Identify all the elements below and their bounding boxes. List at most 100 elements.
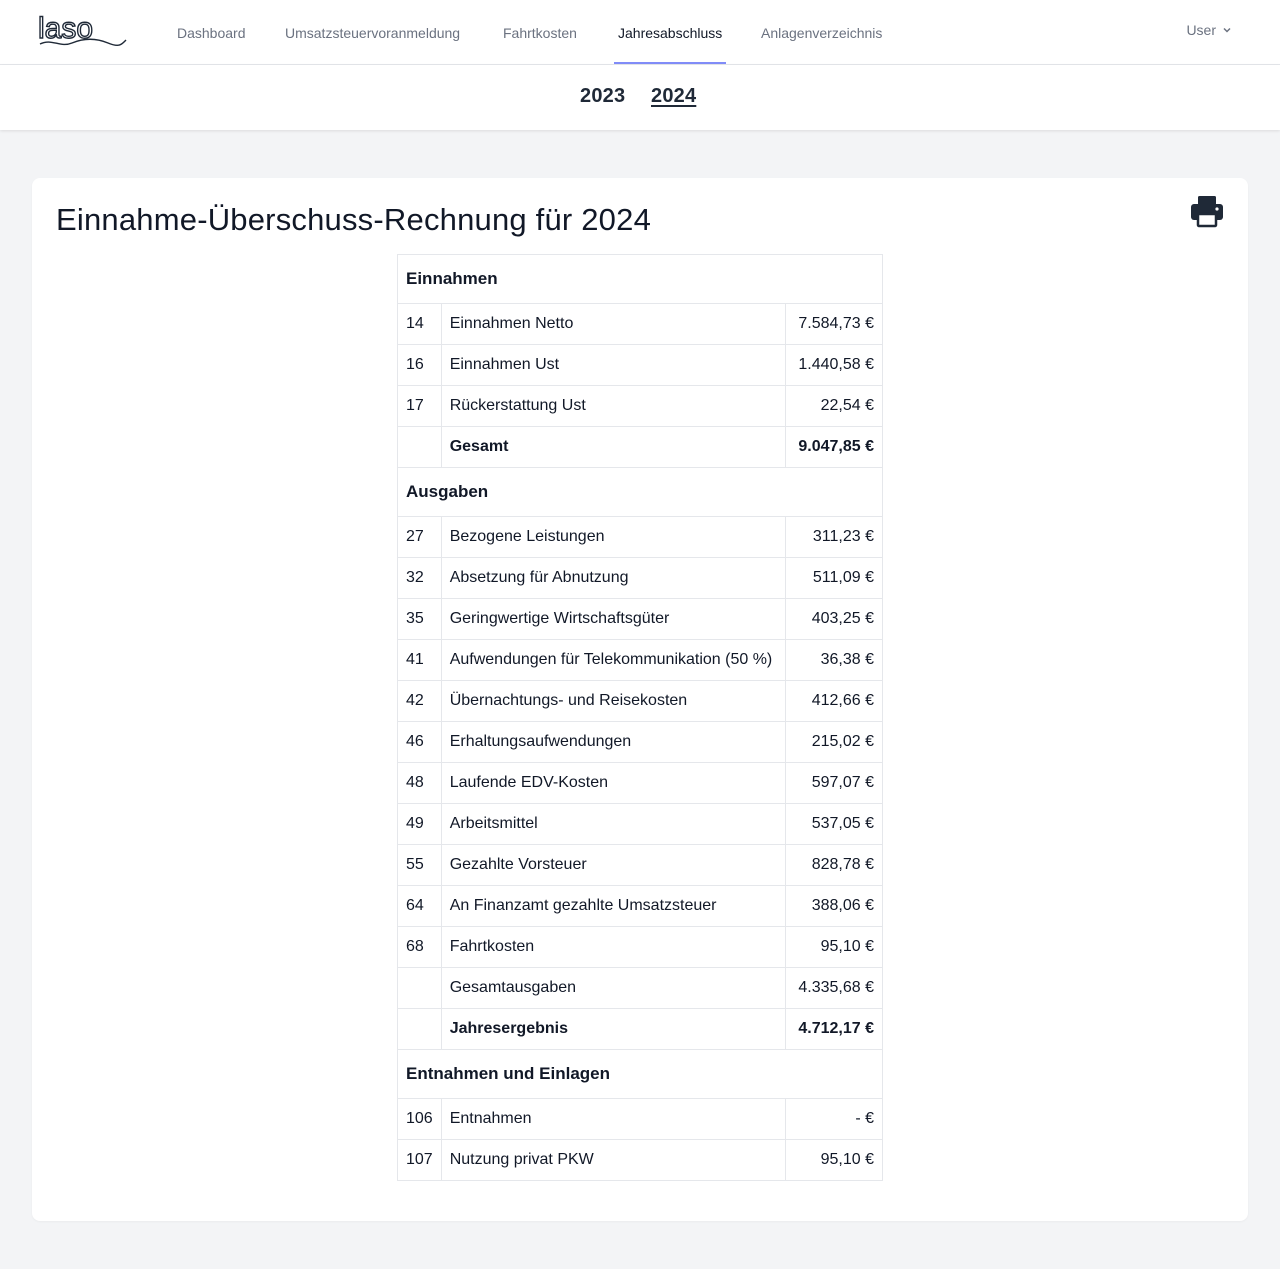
- row-amount: 36,38 €: [785, 639, 883, 681]
- row-number: [397, 1008, 442, 1050]
- section-header-row: Entnahmen und Einlagen: [397, 1049, 883, 1099]
- year-link-2023[interactable]: 2023: [580, 85, 625, 108]
- nav-umsatzsteuervoranmeldung[interactable]: Umsatzsteuervoranmeldung: [285, 0, 460, 64]
- user-menu[interactable]: User: [1186, 22, 1232, 38]
- table-row: 49 Arbeitsmittel 537,05 €: [397, 803, 883, 845]
- row-label: Nutzung privat PKW: [440, 1139, 787, 1181]
- table-row: 32 Absetzung für Abnutzung 511,09 €: [397, 557, 883, 599]
- row-amount: - €: [785, 1098, 883, 1140]
- row-number: 41: [397, 639, 442, 681]
- logo-text: laso: [38, 14, 93, 45]
- table-row: 55 Gezahlte Vorsteuer 828,78 €: [397, 844, 883, 886]
- row-label: Gesamt: [440, 426, 787, 468]
- row-amount: 1.440,58 €: [785, 344, 883, 386]
- row-label: Absetzung für Abnutzung: [440, 557, 787, 599]
- row-number: 106: [397, 1098, 442, 1140]
- row-number: 55: [397, 844, 442, 886]
- row-amount: 597,07 €: [785, 762, 883, 804]
- nav-jahresabschluss[interactable]: Jahresabschluss: [614, 0, 727, 64]
- table-row: 27 Bezogene Leistungen 311,23 €: [397, 516, 883, 558]
- table-row: 106 Entnahmen - €: [397, 1098, 883, 1140]
- row-amount: 412,66 €: [785, 680, 883, 722]
- row-amount: 311,23 €: [785, 516, 883, 558]
- laso-logo[interactable]: laso: [38, 14, 128, 50]
- year-selector: 2023 2024: [0, 65, 1280, 130]
- row-label: Einnahmen Netto: [440, 303, 787, 345]
- row-label: Rückerstattung Ust: [440, 385, 787, 427]
- row-label: Arbeitsmittel: [440, 803, 787, 845]
- row-number: 107: [397, 1139, 442, 1181]
- row-amount: 403,25 €: [785, 598, 883, 640]
- table-row: 48 Laufende EDV-Kosten 597,07 €: [397, 762, 883, 804]
- row-number: 17: [397, 385, 442, 427]
- row-label: Erhaltungsaufwendungen: [440, 721, 787, 763]
- row-number: 35: [397, 598, 442, 640]
- row-label: Gesamtausgaben: [440, 967, 787, 1009]
- euer-table: Einnahmen 14 Einnahmen Netto 7.584,73 €16 Ei…: [397, 254, 883, 1181]
- page-title: Einnahme-Überschuss-Rechnung für 2024: [56, 202, 652, 237]
- table-row: Gesamtausgaben 4.335,68 €: [397, 967, 883, 1009]
- row-amount: 537,05 €: [785, 803, 883, 845]
- row-amount: 22,54 €: [785, 385, 883, 427]
- table-row: 17 Rückerstattung Ust 22,54 €: [397, 385, 883, 427]
- section-heading: Entnahmen und Einlagen: [397, 1049, 883, 1099]
- nav-dashboard[interactable]: Dashboard: [177, 0, 246, 64]
- year-link-2024[interactable]: 2024: [651, 85, 696, 108]
- row-number: 27: [397, 516, 442, 558]
- row-number: 16: [397, 344, 442, 386]
- row-number: 68: [397, 926, 442, 968]
- table-row: 64 An Finanzamt gezahlte Umsatzsteuer 388,…: [397, 885, 883, 927]
- row-amount: 4.712,17 €: [785, 1008, 883, 1050]
- row-number: 42: [397, 680, 442, 722]
- row-label: Bezogene Leistungen: [440, 516, 787, 558]
- row-number: [397, 426, 442, 468]
- print-icon[interactable]: [1190, 194, 1224, 228]
- row-number: 49: [397, 803, 442, 845]
- table-row: 16 Einnahmen Ust 1.440,58 €: [397, 344, 883, 386]
- row-number: [397, 967, 442, 1009]
- row-amount: 215,02 €: [785, 721, 883, 763]
- row-number: 14: [397, 303, 442, 345]
- table-row: 42 Übernachtungs- und Reisekosten 412,66 €: [397, 680, 883, 722]
- row-label: Entnahmen: [440, 1098, 787, 1140]
- row-amount: 828,78 €: [785, 844, 883, 886]
- table-row: Gesamt 9.047,85 €: [397, 426, 883, 468]
- table-row: 107 Nutzung privat PKW 95,10 €: [397, 1139, 883, 1181]
- table-row: 14 Einnahmen Netto 7.584,73 €: [397, 303, 883, 345]
- user-name: User: [1186, 22, 1216, 38]
- row-amount: 95,10 €: [785, 1139, 883, 1181]
- row-amount: 95,10 €: [785, 926, 883, 968]
- table-row: 46 Erhaltungsaufwendungen 215,02 €: [397, 721, 883, 763]
- row-amount: 7.584,73 €: [785, 303, 883, 345]
- row-number: 46: [397, 721, 442, 763]
- row-number: 32: [397, 557, 442, 599]
- section-heading: Ausgaben: [397, 467, 883, 517]
- section-header-row: Ausgaben: [397, 467, 883, 517]
- top-navigation: laso Dashboard Umsatzsteuervoranmeldung …: [0, 0, 1280, 65]
- row-label: Laufende EDV-Kosten: [440, 762, 787, 804]
- row-amount: 4.335,68 €: [785, 967, 883, 1009]
- row-label: Aufwendungen für Telekommunikation (50 %…: [440, 639, 787, 681]
- row-label: An Finanzamt gezahlte Umsatzsteuer: [440, 885, 787, 927]
- nav-fahrtkosten[interactable]: Fahrtkosten: [503, 0, 577, 64]
- nav-anlagenverzeichnis[interactable]: Anlagenverzeichnis: [761, 0, 882, 64]
- row-number: 48: [397, 762, 442, 804]
- chevron-down-icon: [1223, 27, 1231, 33]
- report-card: Einnahme-Überschuss-Rechnung für 2024 Ei…: [32, 178, 1248, 1221]
- table-row: 41 Aufwendungen für Telekommunikation (50…: [397, 639, 883, 681]
- row-label: Einnahmen Ust: [440, 344, 787, 386]
- table-row: 68 Fahrtkosten 95,10 €: [397, 926, 883, 968]
- row-label: Fahrtkosten: [440, 926, 787, 968]
- row-number: 64: [397, 885, 442, 927]
- row-label: Jahresergebnis: [440, 1008, 787, 1050]
- section-header-row: Einnahmen: [397, 254, 883, 304]
- row-amount: 511,09 €: [785, 557, 883, 599]
- section-heading: Einnahmen: [397, 254, 883, 304]
- row-label: Übernachtungs- und Reisekosten: [440, 680, 787, 722]
- table-row: 35 Geringwertige Wirtschaftsgüter 403,25 €: [397, 598, 883, 640]
- row-amount: 9.047,85 €: [785, 426, 883, 468]
- row-label: Gezahlte Vorsteuer: [440, 844, 787, 886]
- table-row: Jahresergebnis 4.712,17 €: [397, 1008, 883, 1050]
- row-amount: 388,06 €: [785, 885, 883, 927]
- row-label: Geringwertige Wirtschaftsgüter: [440, 598, 787, 640]
